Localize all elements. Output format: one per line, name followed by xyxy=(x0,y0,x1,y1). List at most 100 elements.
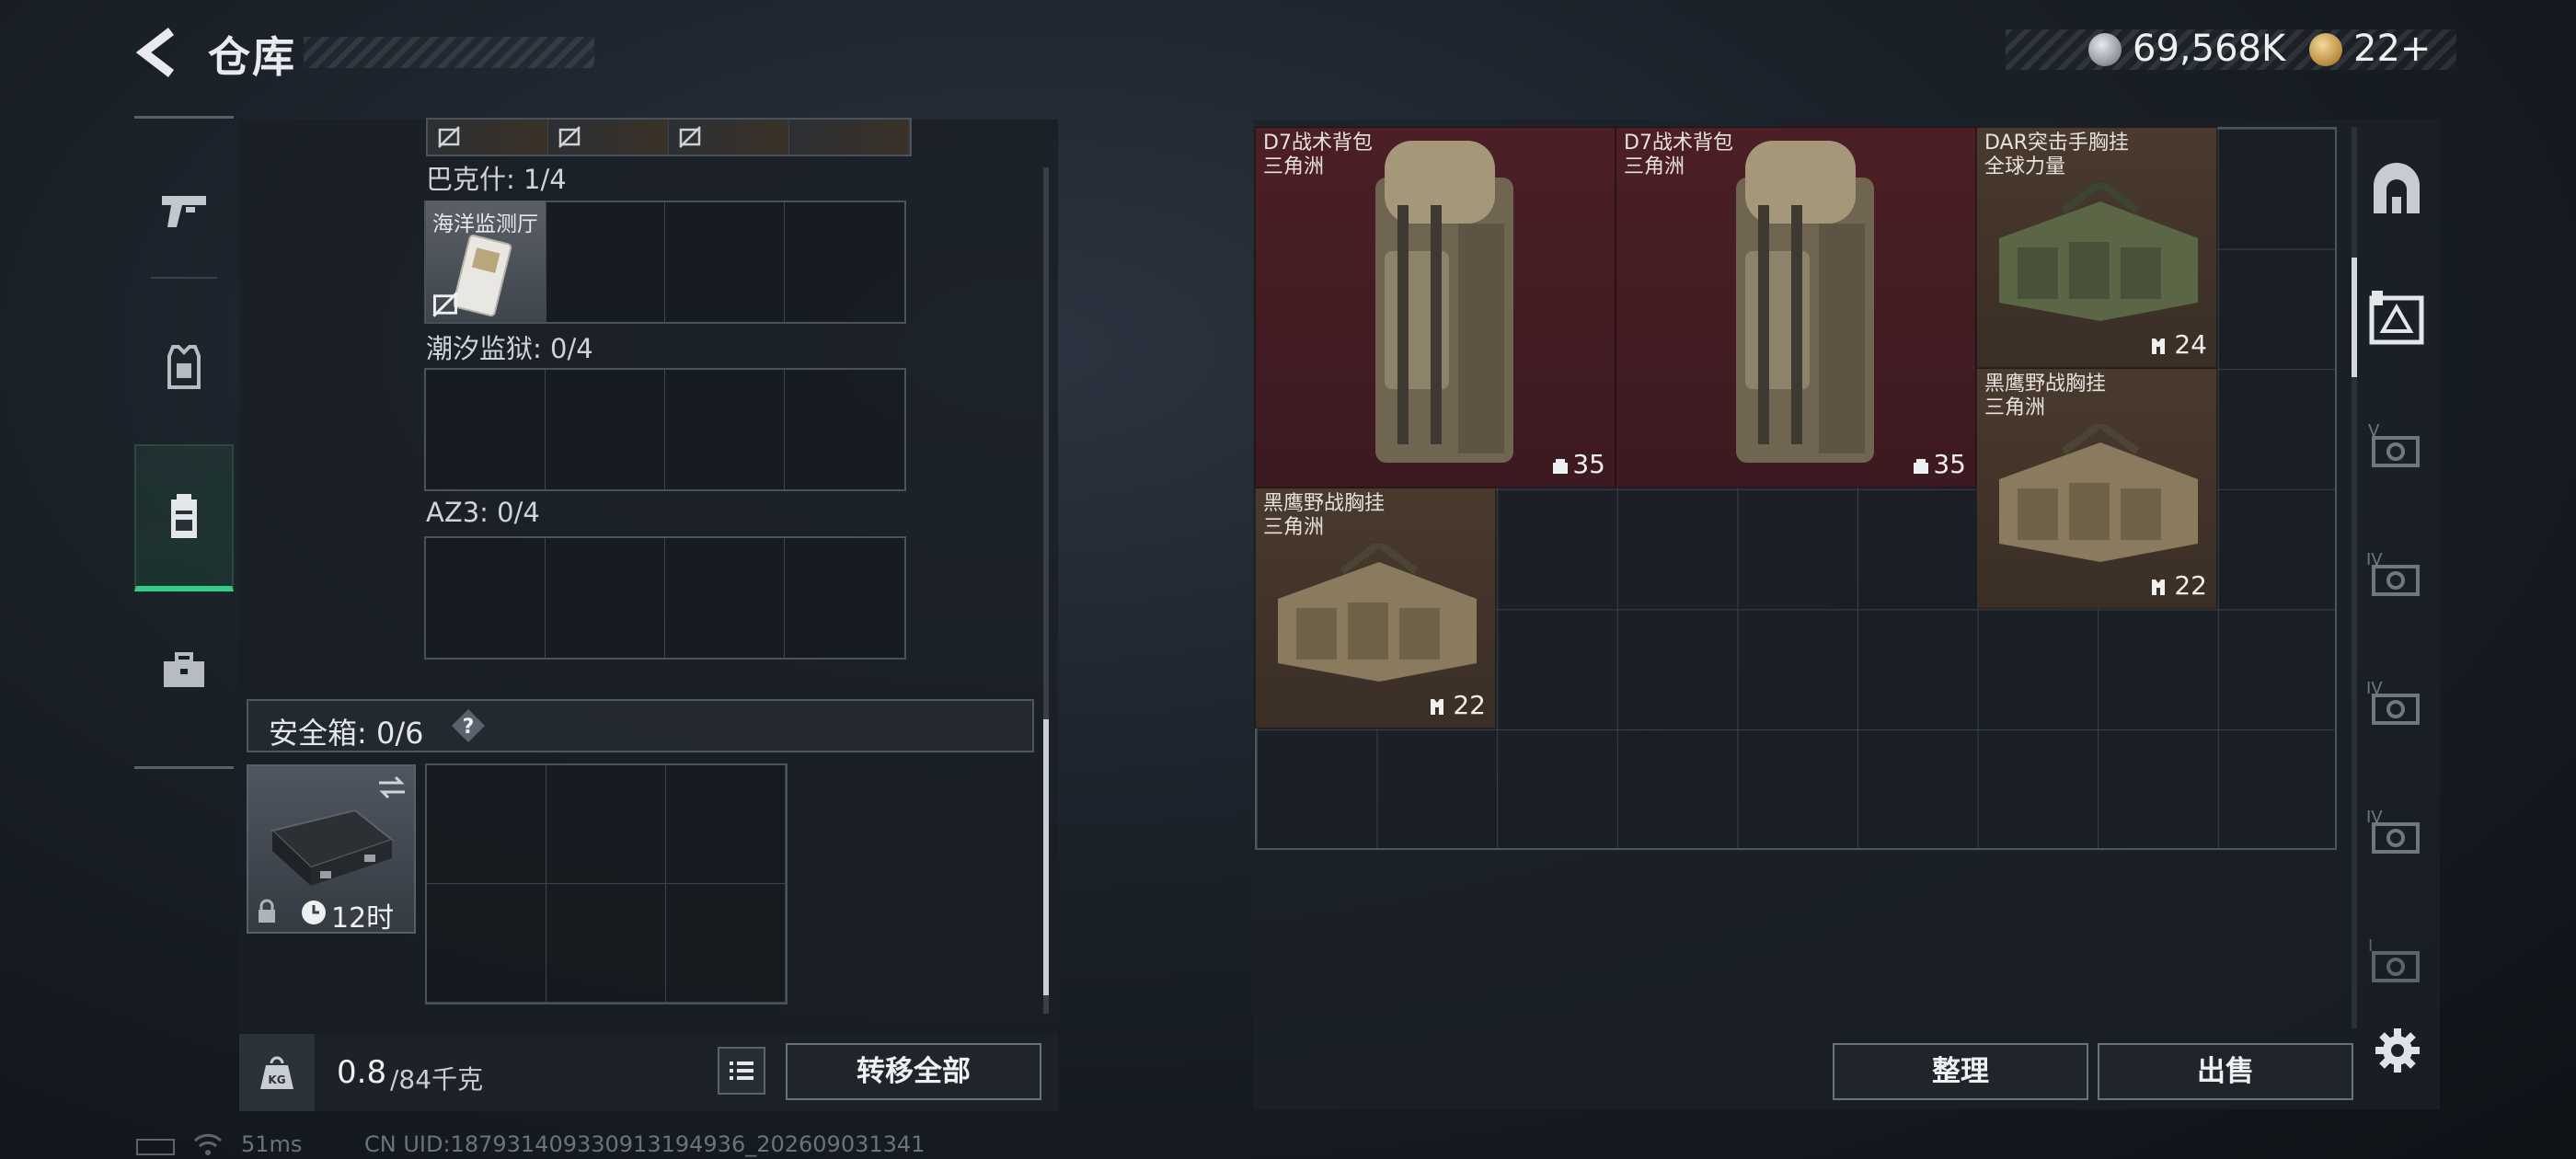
chest-rig-image xyxy=(1999,183,2198,321)
item-count: 35 xyxy=(1572,449,1605,479)
grid-cell[interactable] xyxy=(666,884,786,1003)
back-arrow-icon[interactable] xyxy=(134,26,182,79)
item-count: 35 xyxy=(1933,449,1966,479)
container-label-bakeshi: 巴克什: 1/4 xyxy=(426,164,567,195)
weight-capacity: /84千克 xyxy=(390,1064,484,1095)
tier-v-icon[interactable]: V xyxy=(2364,414,2429,478)
sell-button[interactable]: 出售 xyxy=(2098,1043,2353,1100)
safe-box-label: 安全箱: 0/6 xyxy=(269,716,424,751)
safe-box-header: 安全箱: 0/6 ? xyxy=(247,699,1034,752)
safe-box-grid xyxy=(425,763,788,1004)
stash-item-blackhawk-rig[interactable]: 黑鹰野战胸挂 三角洲 22 xyxy=(1255,488,1496,729)
briefcase-icon xyxy=(164,652,204,687)
gear-icon[interactable] xyxy=(2374,1027,2421,1074)
rail-item-weapons[interactable] xyxy=(134,137,234,284)
item-count: 22 xyxy=(2174,570,2207,601)
armor-icon xyxy=(167,345,201,389)
grid-cell[interactable] xyxy=(546,884,666,1003)
silver-coin-icon xyxy=(2088,33,2122,66)
gold-amount[interactable]: 22+ xyxy=(2353,28,2431,70)
lock-icon xyxy=(259,899,275,923)
no-image-icon xyxy=(558,126,581,148)
help-icon[interactable]: ? xyxy=(451,708,486,743)
vest-small-icon xyxy=(1431,699,1443,715)
chest-rig-image xyxy=(1999,424,2198,562)
grid-cell[interactable] xyxy=(785,202,904,322)
tier-iv-icon[interactable]: IV xyxy=(2364,800,2429,865)
inventory-tier-icon[interactable] xyxy=(2364,285,2429,350)
swap-icon[interactable] xyxy=(375,774,408,801)
item-name: 黑鹰野战胸挂 三角洲 xyxy=(1263,492,1386,539)
home-icon[interactable] xyxy=(2364,158,2429,223)
grid-cell[interactable] xyxy=(665,538,785,658)
title-decoration xyxy=(304,37,594,68)
safe-time-left: 12时 xyxy=(331,902,395,935)
stash-item-d7-backpack[interactable]: D7战术背包 三角洲 35 xyxy=(1616,127,1976,488)
grid-cell[interactable] xyxy=(666,765,786,884)
container-row-partial xyxy=(426,118,912,156)
list-icon xyxy=(730,1061,753,1080)
vest-small-icon xyxy=(2152,339,2165,354)
grid-cell[interactable] xyxy=(665,370,785,489)
weight-icon-box: KG xyxy=(239,1034,315,1111)
stash-item-dar-chest-rig[interactable]: DAR突击手胸挂 全球力量 24 xyxy=(1976,127,2217,368)
backpack-small-icon xyxy=(1914,459,1928,474)
no-image-icon xyxy=(438,126,460,148)
grid-cell[interactable] xyxy=(427,884,546,1003)
tier-iv-icon[interactable]: IV xyxy=(2364,543,2429,607)
clock-icon xyxy=(302,901,326,924)
container-label-az3: AZ3: 0/4 xyxy=(426,497,540,528)
no-image-icon xyxy=(432,292,458,317)
no-image-icon xyxy=(679,126,701,148)
weight-icon-text: KG xyxy=(268,1073,285,1086)
silver-amount: 69,568K xyxy=(2133,28,2286,70)
transfer-all-button[interactable]: 转移全部 xyxy=(786,1043,1041,1100)
loadout-scrollbar[interactable] xyxy=(1043,167,1049,1014)
slot-disabled xyxy=(669,120,789,155)
container-grid-chaoxi xyxy=(424,368,906,491)
pistol-icon xyxy=(162,196,206,227)
tier-i-icon[interactable]: I xyxy=(2364,929,2429,993)
keycard-item[interactable]: 海洋监测厅 xyxy=(426,201,546,322)
scrollbar-thumb[interactable] xyxy=(1043,719,1049,995)
list-view-button[interactable] xyxy=(718,1047,765,1095)
item-name: 黑鹰野战胸挂 三角洲 xyxy=(1984,373,2107,419)
grid-cell[interactable] xyxy=(426,370,546,489)
safe-case-image xyxy=(270,809,395,886)
slot-disabled xyxy=(548,120,669,155)
grid-cell[interactable] xyxy=(785,370,904,489)
grid-cell[interactable] xyxy=(427,765,546,884)
backpack-small-icon xyxy=(1553,459,1568,474)
backpack-image xyxy=(1375,141,1513,463)
grid-cell[interactable] xyxy=(665,202,785,322)
item-count: 22 xyxy=(1453,690,1486,720)
slot-disabled xyxy=(428,120,548,155)
battery-icon xyxy=(136,1139,175,1155)
weight-current: 0.8 xyxy=(337,1054,387,1091)
item-count: 24 xyxy=(2174,329,2207,360)
loadout-footer: KG 0.8 /84千克 转移全部 xyxy=(239,1034,1058,1111)
backpack-icon xyxy=(171,494,197,538)
rail-item-backpack[interactable] xyxy=(134,444,234,591)
stash-item-d7-backpack[interactable]: D7战术背包 三角洲 35 xyxy=(1255,127,1616,488)
grid-cell[interactable] xyxy=(546,765,666,884)
page-title: 仓库 xyxy=(208,32,296,82)
stash-item-blackhawk-rig[interactable]: 黑鹰野战胸挂 三角洲 22 xyxy=(1976,368,2217,609)
weight-icon: KG xyxy=(260,1056,293,1089)
ping-readout: 51ms xyxy=(241,1131,303,1157)
sort-button[interactable]: 整理 xyxy=(1833,1043,2088,1100)
item-name: DAR突击手胸挂 全球力量 xyxy=(1984,132,2129,178)
safe-case-item[interactable]: 12时 xyxy=(247,764,416,935)
category-rail xyxy=(134,116,234,769)
gold-coin-icon xyxy=(2309,33,2342,66)
grid-cell[interactable] xyxy=(785,538,904,658)
grid-cell[interactable] xyxy=(546,538,665,658)
chest-rig-image xyxy=(1278,544,1477,682)
grid-cell[interactable] xyxy=(546,370,665,489)
vest-small-icon xyxy=(2152,580,2165,595)
tier-iv-icon[interactable]: IV xyxy=(2364,671,2429,736)
rail-item-armor[interactable] xyxy=(134,293,234,441)
grid-cell[interactable] xyxy=(426,538,546,658)
rail-item-cases[interactable] xyxy=(134,597,234,744)
grid-cell[interactable] xyxy=(546,202,665,322)
